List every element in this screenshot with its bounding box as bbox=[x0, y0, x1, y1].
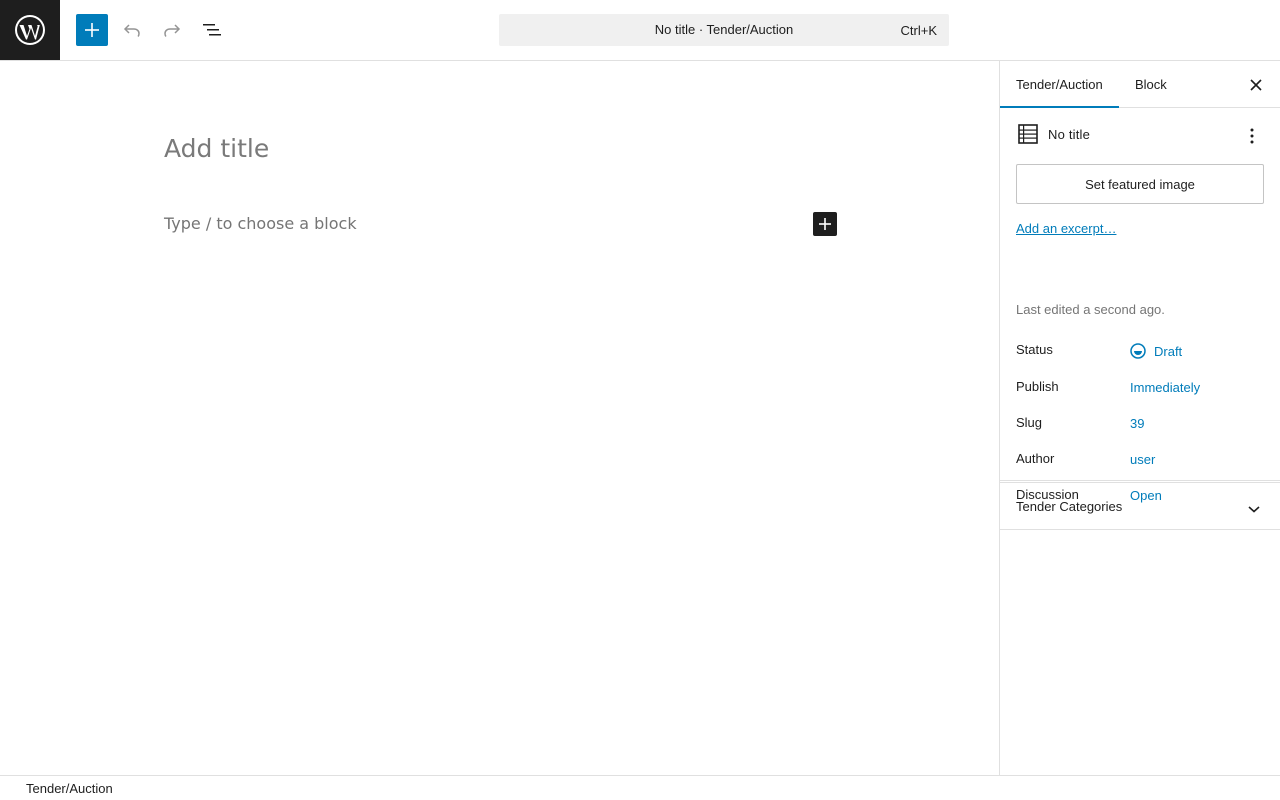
post-card-title: No title bbox=[1048, 127, 1091, 142]
status-label: Status bbox=[1016, 342, 1053, 357]
post-actions-button[interactable] bbox=[1240, 124, 1264, 148]
set-featured-image-button[interactable]: Set featured image bbox=[1016, 164, 1264, 204]
tender-categories-label: Tender Categories bbox=[1016, 499, 1123, 514]
author-label: Author bbox=[1016, 451, 1055, 466]
tender-categories-panel-toggle[interactable]: Tender Categories bbox=[1000, 482, 1280, 530]
redo-button[interactable] bbox=[156, 14, 188, 46]
editor-footer: Tender/Auction bbox=[0, 775, 1280, 800]
breadcrumb[interactable]: Tender/Auction bbox=[26, 781, 113, 796]
plus-icon bbox=[85, 23, 99, 37]
post-title-input[interactable]: Add title bbox=[164, 134, 269, 163]
command-palette-bar[interactable]: No title · Tender/Auction Ctrl+K bbox=[499, 14, 949, 46]
close-settings-button[interactable] bbox=[1246, 75, 1266, 95]
sidebar-tabs: Tender/Auction Block bbox=[1000, 61, 1280, 108]
status-row: Status Draft bbox=[1016, 342, 1264, 362]
post-summary-panel: No title Set featured image Add an excer… bbox=[1000, 108, 1280, 503]
post-type-icon bbox=[1018, 124, 1038, 144]
status-value: Draft bbox=[1154, 343, 1183, 359]
block-inserter-toggle[interactable] bbox=[76, 14, 108, 46]
tab-document[interactable]: Tender/Auction bbox=[1000, 61, 1119, 108]
last-edited-text: Last edited a second ago. bbox=[1016, 302, 1165, 317]
undo-button[interactable] bbox=[116, 14, 148, 46]
author-value-button[interactable]: user bbox=[1130, 452, 1155, 467]
publish-label: Publish bbox=[1016, 379, 1059, 394]
undo-icon bbox=[123, 24, 140, 38]
draft-status-icon bbox=[1130, 343, 1146, 359]
slug-label: Slug bbox=[1016, 415, 1043, 430]
more-vertical-icon bbox=[1250, 128, 1254, 144]
status-value-button[interactable]: Draft bbox=[1130, 343, 1182, 359]
document-overview-button[interactable] bbox=[196, 14, 228, 46]
inline-block-inserter-button[interactable] bbox=[813, 212, 837, 236]
wordpress-icon bbox=[15, 15, 45, 45]
publish-value-button[interactable]: Immediately bbox=[1130, 380, 1200, 395]
add-excerpt-link[interactable]: Add an excerpt… bbox=[1016, 221, 1116, 236]
wordpress-logo-button[interactable] bbox=[0, 0, 60, 60]
editor-canvas: Add title Type / to choose a block bbox=[0, 61, 999, 775]
tab-block[interactable]: Block bbox=[1135, 61, 1167, 108]
plus-icon bbox=[819, 218, 831, 230]
slug-value-button[interactable]: 39 bbox=[1130, 416, 1144, 431]
author-row: Author user bbox=[1016, 451, 1264, 471]
editor-header: No title · Tender/Auction Ctrl+K bbox=[0, 0, 1280, 61]
redo-icon bbox=[164, 24, 181, 38]
default-block-appender[interactable]: Type / to choose a block bbox=[164, 214, 357, 233]
publish-row: Publish Immediately bbox=[1016, 379, 1264, 399]
keyboard-shortcut: Ctrl+K bbox=[900, 23, 937, 38]
settings-sidebar: Tender/Auction Block No title Set featur… bbox=[999, 61, 1280, 775]
slug-row: Slug 39 bbox=[1016, 415, 1264, 435]
chevron-down-icon bbox=[1248, 506, 1260, 513]
list-view-icon bbox=[203, 24, 221, 36]
document-title: No title · Tender/Auction bbox=[654, 22, 794, 37]
close-icon bbox=[1250, 79, 1262, 91]
